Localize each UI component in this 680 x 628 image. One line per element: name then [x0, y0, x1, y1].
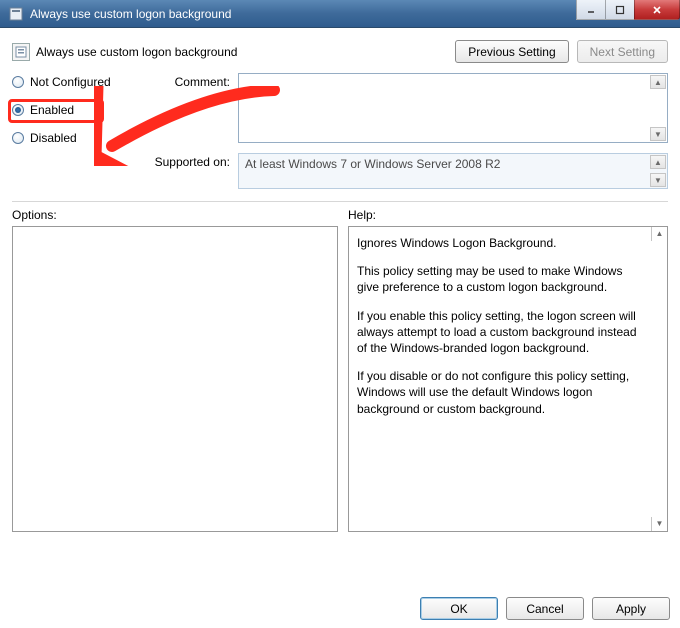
options-panel: [12, 226, 338, 532]
radio-label: Not Configured: [30, 75, 111, 89]
radio-label: Enabled: [30, 103, 74, 117]
scroll-down-icon[interactable]: ▼: [650, 173, 666, 187]
supported-row: Supported on: At least Windows 7 or Wind…: [142, 153, 668, 189]
radio-not-configured[interactable]: Not Configured: [12, 75, 132, 89]
radio-label: Disabled: [30, 131, 77, 145]
panels-row: Ignores Windows Logon Background. This p…: [8, 226, 672, 532]
policy-icon: [12, 43, 30, 61]
comment-scroll-arrows: ▲ ▼: [650, 75, 666, 141]
supported-scroll-arrows: ▲ ▼: [650, 155, 666, 187]
supported-value: At least Windows 7 or Windows Server 200…: [245, 157, 500, 171]
help-paragraph: If you disable or do not configure this …: [357, 368, 647, 417]
comment-textarea[interactable]: ▲ ▼: [238, 73, 668, 143]
maximize-button[interactable]: [605, 0, 635, 20]
radio-dot-icon: [12, 132, 24, 144]
radio-dot-icon: [12, 76, 24, 88]
scroll-down-icon[interactable]: ▼: [650, 127, 666, 141]
apply-button[interactable]: Apply: [592, 597, 670, 620]
supported-textbox: At least Windows 7 or Windows Server 200…: [238, 153, 668, 189]
state-radio-group: Not Configured Enabled Disabled: [12, 73, 132, 189]
help-paragraph: If you enable this policy setting, the l…: [357, 308, 647, 357]
policy-name-text: Always use custom logon background: [36, 45, 237, 59]
dialog-client: Always use custom logon background Previ…: [0, 28, 680, 628]
help-paragraph: This policy setting may be used to make …: [357, 263, 647, 295]
radio-dot-icon: [12, 104, 24, 116]
close-button[interactable]: [634, 0, 680, 20]
options-label: Options:: [12, 208, 338, 222]
radio-enabled[interactable]: Enabled: [12, 103, 132, 117]
next-setting-button[interactable]: Next Setting: [577, 40, 668, 63]
help-scroll-arrows: ▲ ▼: [651, 227, 667, 531]
window-titlebar: Always use custom logon background: [0, 0, 680, 28]
fields-column: Comment: ▲ ▼ Supported on: At least Wind…: [142, 73, 668, 189]
policy-title: Always use custom logon background: [12, 43, 237, 61]
section-divider: [12, 201, 668, 202]
policy-window-icon: [8, 6, 24, 22]
minimize-button[interactable]: [576, 0, 606, 20]
panel-labels: Options: Help:: [8, 208, 672, 226]
window-title: Always use custom logon background: [30, 7, 231, 21]
help-paragraph: Ignores Windows Logon Background.: [357, 235, 647, 251]
comment-row: Comment: ▲ ▼: [142, 73, 668, 143]
radio-disabled[interactable]: Disabled: [12, 131, 132, 145]
scroll-up-icon[interactable]: ▲: [650, 155, 666, 169]
scroll-up-icon[interactable]: ▲: [651, 227, 667, 241]
ok-button[interactable]: OK: [420, 597, 498, 620]
nav-buttons: Previous Setting Next Setting: [455, 40, 668, 63]
cancel-button[interactable]: Cancel: [506, 597, 584, 620]
help-label: Help:: [348, 208, 376, 222]
dialog-footer: OK Cancel Apply: [420, 597, 670, 620]
window-controls: [577, 0, 680, 20]
scroll-down-icon[interactable]: ▼: [651, 517, 667, 531]
supported-label: Supported on:: [142, 153, 230, 189]
previous-setting-button[interactable]: Previous Setting: [455, 40, 568, 63]
header-row: Always use custom logon background Previ…: [8, 36, 672, 73]
config-row: Not Configured Enabled Disabled Comment:…: [8, 73, 672, 189]
help-panel: Ignores Windows Logon Background. This p…: [348, 226, 668, 532]
scroll-up-icon[interactable]: ▲: [650, 75, 666, 89]
comment-label: Comment:: [142, 73, 230, 143]
